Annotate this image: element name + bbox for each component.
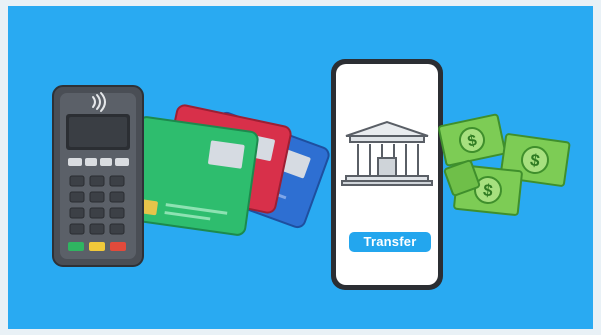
stage: $ $ $ Transfer	[0, 0, 601, 335]
dollar-bill-icon: $	[438, 113, 506, 167]
illustration-svg: $ $ $	[52, 59, 571, 290]
clear-key	[89, 242, 105, 251]
cash-stack: $ $ $	[438, 113, 571, 216]
payment-terminal	[52, 85, 144, 267]
cancel-key	[68, 242, 84, 251]
enter-key	[110, 242, 126, 251]
green-card	[125, 116, 259, 236]
transfer-button: Transfer	[349, 232, 431, 252]
smartphone	[331, 59, 443, 290]
